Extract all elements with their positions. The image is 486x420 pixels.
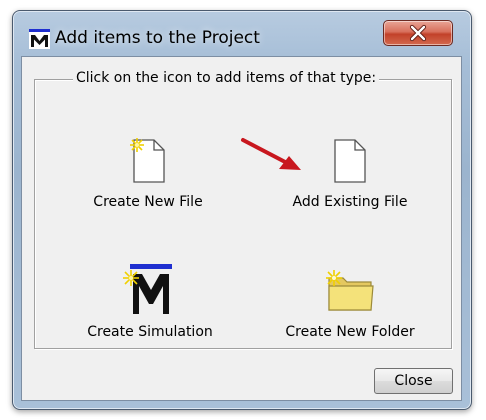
app-m-icon	[29, 29, 50, 49]
create-new-file-item[interactable]: Create New File	[83, 138, 213, 213]
create-new-folder-label: Create New Folder	[285, 324, 415, 340]
existing-file-icon	[334, 139, 366, 183]
group-legend: Click on the icon to add items of that t…	[73, 70, 380, 86]
simulation-icon	[123, 264, 172, 314]
dialog-body: Click on the icon to add items of that t…	[21, 56, 462, 401]
new-folder-icon	[326, 270, 374, 311]
title-bar[interactable]: Add items to the Project	[13, 11, 471, 57]
dialog-window: Add items to the Project Click on the ic…	[12, 10, 472, 410]
window-title: Add items to the Project	[55, 28, 260, 48]
window-close-button[interactable]	[383, 20, 453, 46]
red-arrow-icon	[241, 138, 301, 170]
create-new-folder-item[interactable]: Create New Folder	[275, 268, 425, 356]
close-icon	[409, 24, 427, 42]
close-button[interactable]: Close	[374, 368, 453, 394]
item-type-group: Click on the icon to add items of that t…	[34, 70, 452, 349]
add-existing-file-label: Add Existing File	[292, 194, 408, 210]
create-new-file-label: Create New File	[93, 194, 203, 210]
create-simulation-item[interactable]: Create Simulation	[75, 264, 225, 356]
new-file-icon	[130, 138, 165, 183]
create-simulation-label: Create Simulation	[87, 324, 213, 340]
